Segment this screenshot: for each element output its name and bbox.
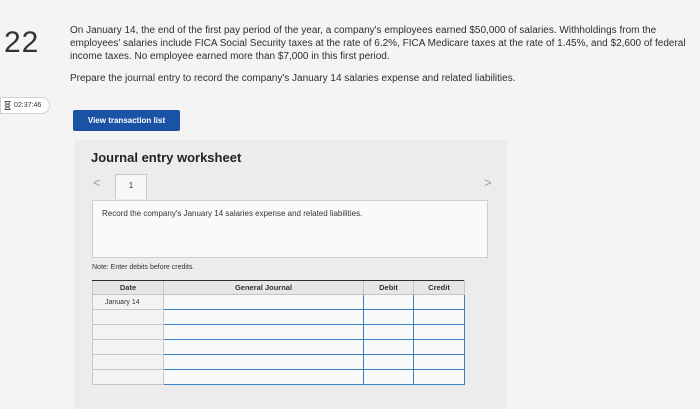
account-input[interactable] (163, 354, 364, 370)
debit-input[interactable] (363, 369, 414, 385)
account-input[interactable] (163, 294, 364, 310)
journal-entry-worksheet: Journal entry worksheet < 1 > Record the… (74, 140, 507, 409)
credit-input[interactable] (413, 294, 465, 310)
instruction-text: Record the company's January 14 salaries… (102, 209, 363, 218)
account-input[interactable] (163, 339, 364, 355)
question-paragraph: On January 14, the end of the first pay … (70, 25, 686, 62)
hourglass-icon (4, 101, 11, 110)
credit-input[interactable] (413, 369, 465, 385)
general-journal-column-header: General Journal (163, 280, 364, 295)
date-cell: January 14 (92, 294, 164, 310)
worksheet-page-number: 1 (128, 181, 134, 190)
table-row (92, 354, 465, 370)
table-top-rule (92, 280, 464, 281)
previous-chevron-icon[interactable]: < (93, 175, 101, 190)
table-row: January 14 (92, 294, 465, 310)
credit-input[interactable] (413, 339, 465, 355)
instruction-box: Record the company's January 14 salaries… (92, 200, 488, 258)
debit-input[interactable] (363, 294, 414, 310)
debit-input[interactable] (363, 324, 414, 340)
note-text: Note: Enter debits before credits. (92, 264, 195, 271)
table-row (92, 324, 465, 340)
question-instruction: Prepare the journal entry to record the … (70, 73, 516, 84)
credit-input[interactable] (413, 324, 465, 340)
question-number: 22 (4, 26, 40, 59)
debit-input[interactable] (363, 339, 414, 355)
timer-text: 02:37:46 (14, 102, 42, 109)
date-cell (92, 309, 164, 325)
debit-input[interactable] (363, 354, 414, 370)
worksheet-page-tab[interactable]: 1 (115, 174, 147, 199)
date-cell (92, 339, 164, 355)
credit-input[interactable] (413, 354, 465, 370)
account-input[interactable] (163, 324, 364, 340)
journal-header-row: Date General Journal Debit Credit (92, 280, 465, 295)
worksheet-title: Journal entry worksheet (91, 150, 242, 165)
question-prompt: On January 14, the end of the first pay … (70, 24, 692, 94)
date-cell (92, 324, 164, 340)
table-row (92, 339, 465, 355)
timer: 02:37:46 (0, 97, 50, 114)
date-column-header: Date (92, 280, 164, 295)
view-transaction-list-button[interactable]: View transaction list (73, 110, 180, 131)
table-row (92, 309, 465, 325)
account-input[interactable] (163, 309, 364, 325)
journal-table: Date General Journal Debit Credit Januar… (92, 280, 465, 385)
credit-column-header: Credit (413, 280, 465, 295)
date-cell (92, 354, 164, 370)
debit-column-header: Debit (363, 280, 414, 295)
account-input[interactable] (163, 369, 364, 385)
table-row (92, 369, 465, 385)
next-chevron-icon[interactable]: > (484, 175, 492, 190)
credit-input[interactable] (413, 309, 465, 325)
debit-input[interactable] (363, 309, 414, 325)
date-cell (92, 369, 164, 385)
